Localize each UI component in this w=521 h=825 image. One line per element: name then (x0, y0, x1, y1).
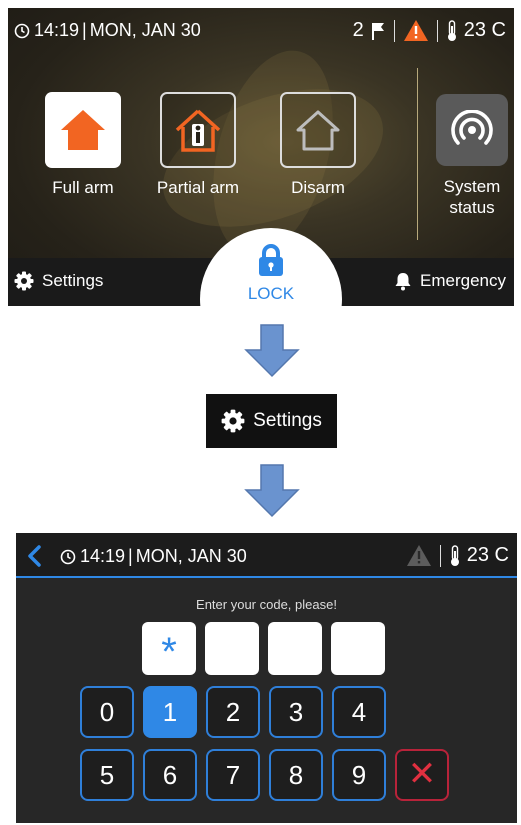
status-date: MON, JAN 30 (89, 20, 201, 40)
settings-callout: Settings (206, 394, 337, 448)
status-separator: | (128, 546, 133, 566)
emergency-label: Emergency (420, 271, 506, 290)
code-digit-box (268, 622, 322, 675)
down-arrow-icon (244, 464, 300, 518)
warning-icon[interactable] (403, 19, 429, 42)
lock-icon (259, 244, 283, 276)
delete-button[interactable]: ✕ (395, 749, 449, 801)
gear-icon (14, 271, 34, 291)
status-bar: 14:19 | MON, JAN 30 23 C (16, 533, 517, 578)
thermometer-icon (450, 544, 459, 566)
alert-count: 2 (352, 19, 364, 41)
status-separator: | (82, 20, 87, 40)
code-prompt: Enter your code, please! (196, 597, 337, 612)
system-status-label-line2: status (449, 198, 495, 217)
thermometer-icon (447, 19, 456, 41)
signal-icon (451, 110, 493, 145)
flag-icon[interactable] (370, 21, 386, 41)
lock-label: LOCK (247, 284, 295, 303)
divider (417, 68, 418, 240)
temperature: 23 C (466, 544, 509, 566)
down-arrow-icon (244, 324, 300, 378)
status-bar: 14:19 | MON, JAN 30 2 23 C (8, 8, 514, 52)
keypad-key-3[interactable]: 3 (269, 686, 323, 738)
settings-button[interactable]: Settings (14, 271, 103, 291)
status-divider (436, 19, 438, 42)
clock-icon (60, 549, 76, 564)
disarm-button[interactable]: Disarm (273, 92, 363, 198)
clock-icon (14, 23, 30, 38)
disarm-label: Disarm (291, 178, 345, 197)
temperature: 23 C (463, 19, 506, 41)
gear-icon (221, 409, 245, 433)
house-filled-icon (61, 110, 105, 150)
bell-icon (395, 272, 411, 290)
keypad-key-1[interactable]: 1 (143, 686, 197, 738)
full-arm-label: Full arm (52, 178, 114, 197)
system-status-label-line1: System (443, 177, 501, 196)
system-status-button[interactable]: System status (432, 94, 512, 218)
keypad-key-0[interactable]: 0 (80, 686, 134, 738)
status-date: MON, JAN 30 (135, 546, 247, 566)
house-outline-icon (296, 110, 340, 151)
code-entry-screen: 14:19 | MON, JAN 30 23 C Enter your code… (16, 533, 517, 823)
house-person-icon (175, 109, 221, 152)
code-digit-box (205, 622, 259, 675)
partial-arm-button[interactable]: Partial arm (148, 92, 248, 198)
keypad-key-6[interactable]: 6 (143, 749, 197, 801)
status-time: 14:19 (34, 20, 80, 40)
full-arm-button[interactable]: Full arm (38, 92, 128, 198)
code-digit-box (331, 622, 385, 675)
partial-arm-label: Partial arm (156, 178, 240, 197)
callout-settings-label: Settings (253, 410, 322, 431)
keypad-key-2[interactable]: 2 (206, 686, 260, 738)
emergency-button[interactable]: Emergency (394, 271, 506, 291)
keypad-key-7[interactable]: 7 (206, 749, 260, 801)
warning-icon[interactable] (406, 544, 432, 567)
keypad-key-5[interactable]: 5 (80, 749, 134, 801)
code-digit-box: * (142, 622, 196, 675)
back-arrow-icon[interactable] (26, 545, 42, 567)
status-time: 14:19 (80, 546, 126, 566)
keypad-key-9[interactable]: 9 (332, 749, 386, 801)
lock-button[interactable]: LOCK (200, 228, 342, 306)
settings-label: Settings (42, 271, 104, 290)
status-divider (439, 544, 441, 567)
keypad-key-4[interactable]: 4 (332, 686, 386, 738)
keypad-key-8[interactable]: 8 (269, 749, 323, 801)
status-divider (393, 19, 395, 42)
home-screen: 14:19 | MON, JAN 30 2 23 C Full arm Part… (8, 8, 514, 306)
